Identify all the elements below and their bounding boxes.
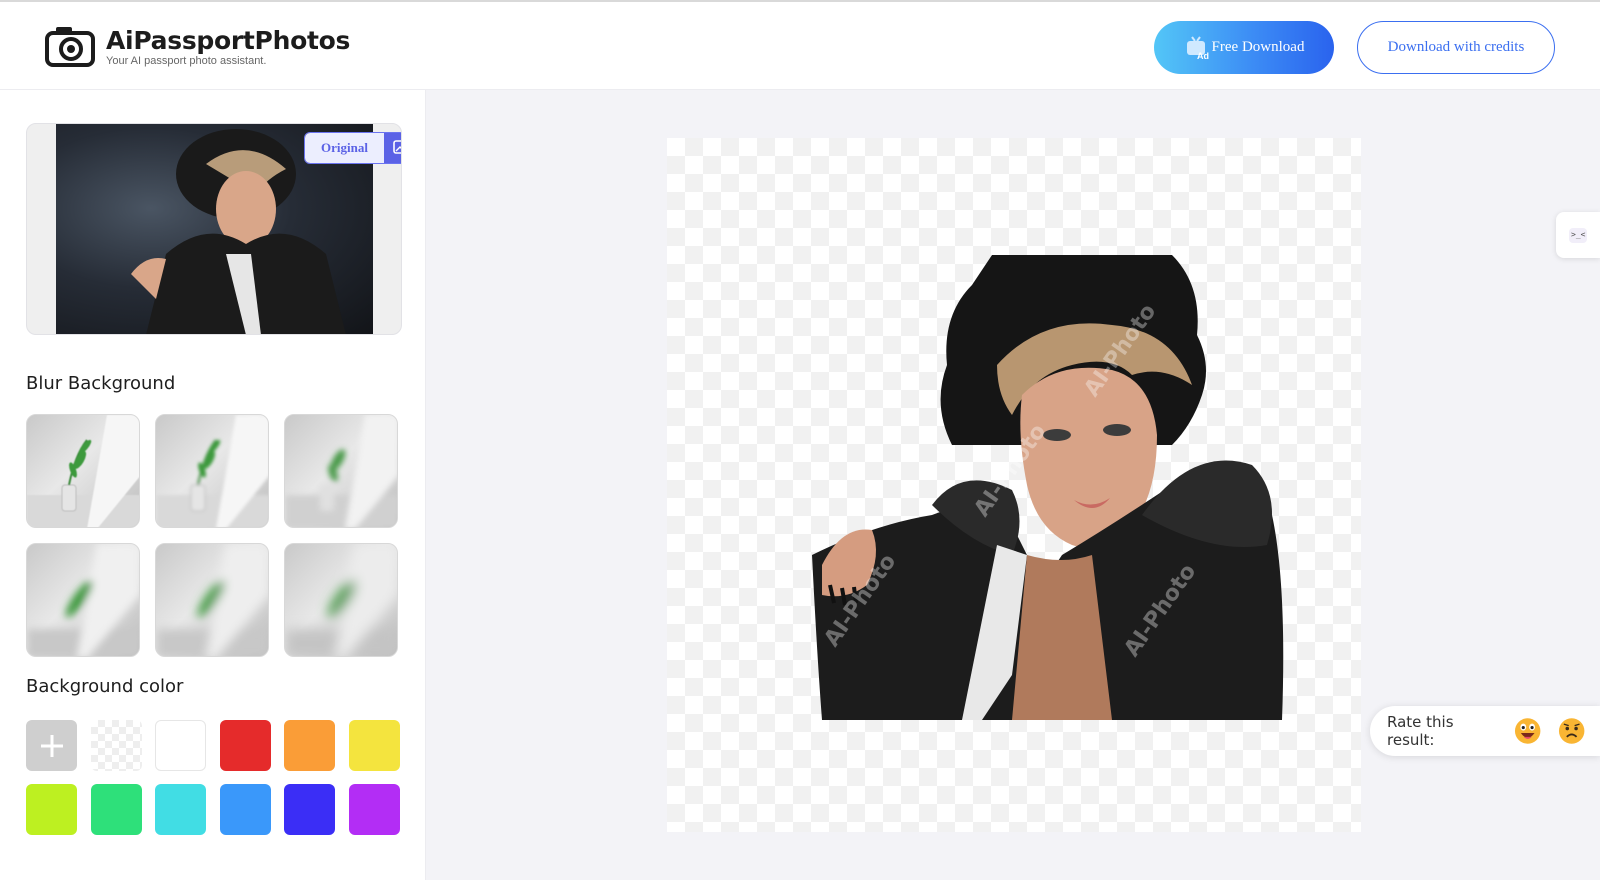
original-preview-card: Original	[26, 123, 402, 335]
sad-emoji-icon[interactable]	[1557, 716, 1586, 746]
swatch-blue[interactable]	[219, 784, 271, 835]
result-canvas[interactable]: AI-Photo AI-Photo AI-Photo AI-Photo	[667, 138, 1361, 832]
top-header: AiPassportPhotos Your AI passport photo …	[0, 0, 1600, 90]
brand-logo[interactable]: AiPassportPhotos Your AI passport photo …	[44, 24, 350, 68]
brand-title: AiPassportPhotos	[106, 25, 351, 55]
swatch-white[interactable]	[155, 720, 206, 771]
blur-preview	[285, 415, 397, 527]
happy-emoji-icon[interactable]	[1513, 716, 1542, 746]
blur-preview	[156, 415, 268, 527]
blur-options-grid	[26, 414, 398, 657]
blur-option-3[interactable]	[284, 414, 398, 528]
swatch-indigo[interactable]	[284, 784, 335, 835]
custom-color-button[interactable]	[26, 720, 77, 771]
swatch-red[interactable]	[219, 720, 271, 771]
rating-label: Rate this result:	[1387, 713, 1454, 749]
blur-preview	[27, 415, 139, 527]
free-download-button[interactable]: Ad Free Download	[1154, 21, 1334, 74]
rating-widget: Rate this result:	[1370, 706, 1600, 756]
swatch-orange[interactable]	[284, 720, 335, 771]
blur-option-4[interactable]	[26, 543, 140, 657]
swatch-transparent[interactable]	[90, 720, 142, 771]
ad-badge: Ad	[1197, 51, 1209, 61]
image-swap-icon	[393, 140, 401, 154]
cutout-subject	[812, 255, 1284, 720]
swatch-purple[interactable]	[348, 784, 400, 835]
swatch-green[interactable]	[90, 784, 142, 835]
blur-option-6[interactable]	[284, 543, 398, 657]
camera-logo-icon	[45, 27, 95, 67]
blur-option-2[interactable]	[155, 414, 269, 528]
background-color-grid	[26, 720, 400, 835]
swap-image-button[interactable]	[383, 133, 401, 163]
free-download-label: Free Download	[1211, 39, 1305, 55]
download-with-credits-button[interactable]: Download with credits	[1357, 21, 1555, 74]
plus-icon	[40, 734, 63, 757]
feedback-face-icon: >_<	[1569, 228, 1587, 243]
swatch-yellow[interactable]	[348, 720, 400, 771]
blur-option-1[interactable]	[26, 414, 140, 528]
brand-tagline: Your AI passport photo assistant.	[106, 54, 267, 67]
blur-background-title: Blur Background	[26, 373, 176, 394]
left-sidebar: Original Blur Background Background colo…	[0, 90, 426, 880]
tv-ad-icon: Ad	[1186, 35, 1209, 61]
original-label: Original	[305, 133, 384, 163]
background-color-title: Background color	[26, 676, 184, 697]
blur-preview	[27, 544, 139, 656]
blur-preview	[285, 544, 397, 656]
blur-option-5[interactable]	[155, 543, 269, 657]
swatch-lime[interactable]	[26, 784, 77, 835]
swatch-cyan[interactable]	[155, 784, 206, 835]
original-toggle[interactable]: Original	[304, 132, 401, 164]
svg-text:>_<: >_<	[1571, 230, 1586, 239]
blur-preview	[156, 544, 268, 656]
side-panel-tab[interactable]: >_<	[1556, 212, 1600, 258]
